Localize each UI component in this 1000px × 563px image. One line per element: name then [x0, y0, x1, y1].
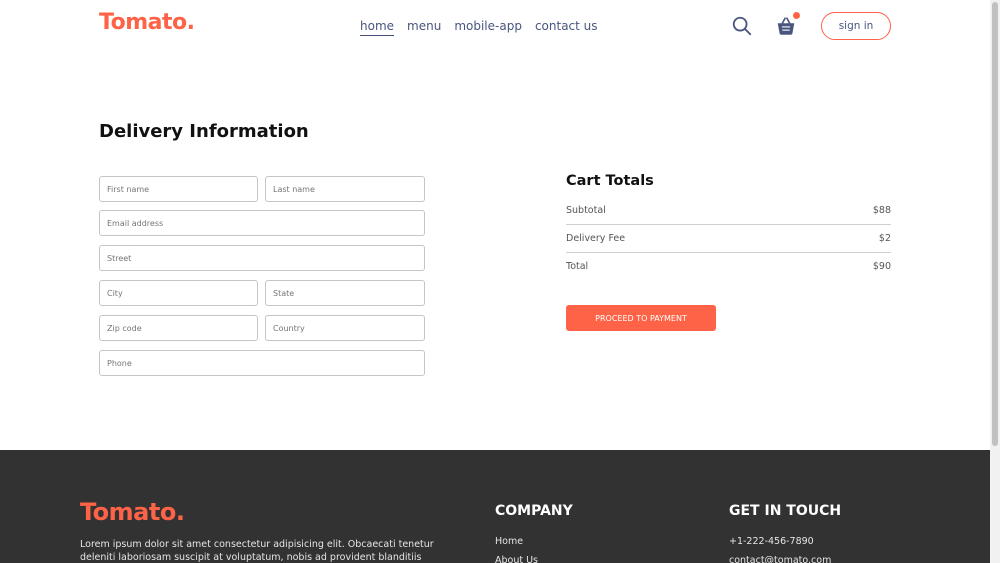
delivery-fee-value: $2 — [878, 233, 891, 244]
total-label: Total — [566, 261, 589, 272]
footer-description: Lorem ipsum dolor sit amet consectetur a… — [80, 539, 434, 563]
nav-menu: home menu mobile-app contact us — [360, 19, 598, 36]
cart-totals: Cart Totals Subtotal $88 Delivery Fee $2… — [566, 173, 891, 280]
cart-row-delivery-fee: Delivery Fee $2 — [566, 225, 891, 252]
street-input[interactable] — [99, 245, 425, 271]
footer-logo: Tomato. — [80, 498, 185, 526]
nav-item-contact-us[interactable]: contact us — [535, 19, 598, 36]
nav-item-menu[interactable]: menu — [407, 19, 441, 36]
last-name-input[interactable] — [265, 176, 425, 202]
phone-input[interactable] — [99, 350, 425, 376]
page-scrollbar[interactable] — [990, 0, 1000, 563]
nav-right: sign in — [731, 12, 891, 40]
logo[interactable]: Tomato. — [99, 10, 195, 35]
footer-company-heading: COMPANY — [495, 503, 573, 519]
footer-link-home[interactable]: Home — [495, 536, 523, 547]
footer: Tomato. Lorem ipsum dolor sit amet conse… — [0, 450, 990, 563]
cart-totals-title: Cart Totals — [566, 173, 654, 189]
subtotal-label: Subtotal — [566, 205, 606, 216]
nav-item-mobile-app[interactable]: mobile-app — [454, 19, 522, 36]
basket-button[interactable] — [775, 12, 800, 37]
cart-row-total: Total $90 — [566, 253, 891, 280]
total-value: $90 — [872, 261, 891, 272]
subtotal-value: $88 — [872, 205, 891, 216]
sign-in-button[interactable]: sign in — [821, 12, 891, 40]
page: Tomato. home menu mobile-app contact us — [0, 0, 990, 563]
navbar: Tomato. home menu mobile-app contact us — [99, 0, 891, 54]
scrollbar-thumb[interactable] — [992, 2, 998, 446]
footer-contact-heading: GET IN TOUCH — [729, 503, 842, 519]
delivery-title: Delivery Information — [99, 121, 309, 142]
footer-email[interactable]: contact@tomato.com — [729, 555, 831, 563]
zip-code-input[interactable] — [99, 315, 258, 341]
nav-item-home[interactable]: home — [360, 19, 395, 36]
country-input[interactable] — [265, 315, 425, 341]
city-input[interactable] — [99, 280, 258, 306]
cart-row-subtotal: Subtotal $88 — [566, 197, 891, 224]
email-input[interactable] — [99, 210, 425, 236]
footer-phone: +1-222-456-7890 — [729, 536, 814, 547]
state-input[interactable] — [265, 280, 425, 306]
search-icon[interactable] — [731, 15, 753, 37]
proceed-to-payment-button[interactable]: PROCEED TO PAYMENT — [566, 305, 716, 331]
delivery-fee-label: Delivery Fee — [566, 233, 626, 244]
cart-badge-dot — [793, 12, 800, 19]
first-name-input[interactable] — [99, 176, 258, 202]
footer-link-about-us[interactable]: About Us — [495, 555, 538, 563]
